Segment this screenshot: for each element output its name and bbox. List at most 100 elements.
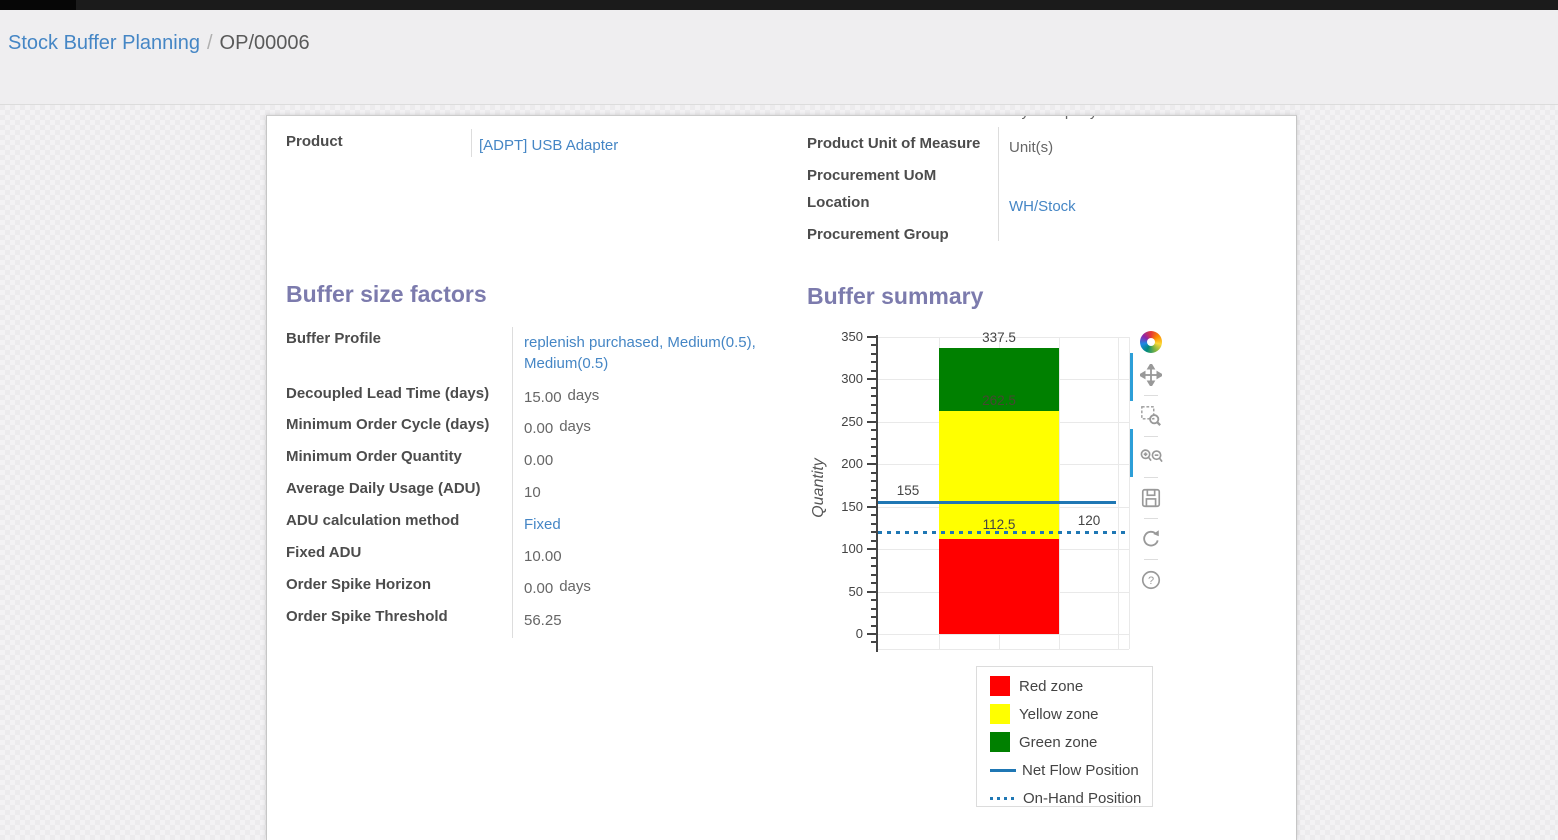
axis-tick xyxy=(871,625,876,627)
tick-label: 50 xyxy=(823,584,863,599)
top-navbar xyxy=(0,0,1558,10)
chart-annotation: 112.5 xyxy=(969,517,1029,532)
axis-tick xyxy=(867,378,876,380)
axis-tick xyxy=(871,429,876,431)
axis-tick xyxy=(871,514,876,516)
field-label: Procurement UoM xyxy=(807,167,936,184)
legend-label: Net Flow Position xyxy=(1022,762,1139,779)
y-axis-title: Quantity xyxy=(810,458,828,518)
axis-tick xyxy=(871,574,876,576)
axis-tick xyxy=(871,480,876,482)
axis-tick xyxy=(871,344,876,346)
field-label: Procurement Group xyxy=(807,226,949,243)
plotly-logo-icon[interactable] xyxy=(1138,329,1164,355)
tick-label: 0 xyxy=(823,626,863,641)
field-link[interactable]: [ADPT] USB Adapter xyxy=(479,135,729,156)
field-value: 10 xyxy=(524,482,774,503)
legend-item[interactable]: On-Hand Position xyxy=(990,784,1152,812)
navbar-active-segment xyxy=(0,0,76,10)
legend-label: Red zone xyxy=(1019,678,1083,695)
field-value-text: 0.00 xyxy=(524,580,553,597)
section-title-buffer-summary: Buffer summary xyxy=(807,283,983,310)
modebar-active-indicator xyxy=(1130,429,1133,477)
field-value-text: 0.00 xyxy=(524,420,553,437)
field-label: Fixed ADU xyxy=(286,544,361,561)
legend-item[interactable]: Green zone xyxy=(990,728,1152,756)
pan-icon[interactable] xyxy=(1138,362,1164,388)
modebar-active-indicator xyxy=(1130,353,1133,401)
legend-item[interactable]: Yellow zone xyxy=(990,700,1152,728)
axis-tick xyxy=(871,565,876,567)
axis-tick xyxy=(871,404,876,406)
on-hand-position-line xyxy=(878,531,1129,534)
breadcrumb-current: OP/00006 xyxy=(220,32,310,54)
field-label: Order Spike Threshold xyxy=(286,608,448,625)
grid-line xyxy=(878,379,1129,380)
help-icon[interactable]: ? xyxy=(1138,567,1164,593)
field-value: 0.00 days xyxy=(524,418,774,439)
axis-tick xyxy=(867,506,876,508)
axis-tick xyxy=(871,395,876,397)
field-label: Buffer Profile xyxy=(286,330,381,347)
field-value-text: 10.00 xyxy=(524,548,562,565)
axis-tick xyxy=(871,438,876,440)
field-value-text: WH/Stock xyxy=(1009,198,1076,215)
zone-red-zone xyxy=(939,539,1059,634)
field-value-text: 0.00 xyxy=(524,452,553,469)
clipped-company-value: My Company xyxy=(1009,116,1209,121)
chart-annotation: 262.5 xyxy=(969,393,1029,408)
legend-swatch-box xyxy=(990,704,1010,724)
control-panel: Stock Buffer Planning / OP/00006 xyxy=(0,10,1558,105)
legend-item[interactable]: Net Flow Position xyxy=(990,756,1152,784)
field-link[interactable]: replenish purchased, Medium(0.5), Medium… xyxy=(524,332,774,374)
axis-tick xyxy=(871,599,876,601)
chart-annotation: 155 xyxy=(878,483,938,498)
legend-swatch-box xyxy=(990,732,1010,752)
axis-tick xyxy=(871,412,876,414)
field-separator xyxy=(998,127,999,241)
field-label: Decoupled Lead Time (days) xyxy=(286,385,489,402)
field-value-text: Fixed xyxy=(524,516,561,533)
axis-tick xyxy=(871,608,876,610)
field-value-text: 56.25 xyxy=(524,612,562,629)
field-label: Location xyxy=(807,194,870,211)
axis-tick xyxy=(867,336,876,338)
tick-label: 150 xyxy=(823,499,863,514)
axis-tick xyxy=(871,641,876,643)
field-value: 56.25 xyxy=(524,610,774,631)
legend-swatch-box xyxy=(990,676,1010,696)
axis-tick xyxy=(871,353,876,355)
axis-tick xyxy=(871,361,876,363)
breadcrumb-parent-link[interactable]: Stock Buffer Planning xyxy=(8,32,200,54)
tick-label: 200 xyxy=(823,456,863,471)
axis-tick xyxy=(867,591,876,593)
grid-line xyxy=(999,337,1000,649)
field-separator xyxy=(512,327,513,638)
axis-tick xyxy=(871,582,876,584)
grid-line xyxy=(878,592,1129,593)
section-title-buffer-size-factors: Buffer size factors xyxy=(286,281,487,308)
field-link[interactable]: Fixed xyxy=(524,514,774,535)
legend-swatch-dots xyxy=(990,797,1018,800)
tick-label: 250 xyxy=(823,414,863,429)
box-zoom-icon[interactable] xyxy=(1138,403,1164,429)
tick-label: 350 xyxy=(823,329,863,344)
field-value-text: replenish purchased, Medium(0.5), Medium… xyxy=(524,334,756,372)
field-label: Minimum Order Quantity xyxy=(286,448,462,465)
axis-tick xyxy=(871,489,876,491)
zoom-in-out-icon[interactable] xyxy=(1138,444,1164,470)
field-link[interactable]: WH/Stock xyxy=(1009,196,1249,217)
legend-item[interactable]: Red zone xyxy=(990,672,1152,700)
chart-legend: Red zone Yellow zoneGreen zone Net Flow Po… xyxy=(976,666,1153,807)
field-unit: days xyxy=(559,578,591,595)
save-snapshot-icon[interactable] xyxy=(1138,485,1164,511)
svg-text:?: ? xyxy=(1148,575,1154,587)
field-label: Minimum Order Cycle (days) xyxy=(286,416,489,433)
reset-axes-icon[interactable] xyxy=(1138,526,1164,552)
breadcrumb-separator: / xyxy=(207,32,213,54)
grid-line xyxy=(1118,337,1119,649)
field-label: Product xyxy=(286,133,343,150)
field-unit: days xyxy=(559,418,591,435)
legend-swatch-line xyxy=(990,769,1016,772)
axis-tick xyxy=(867,421,876,423)
